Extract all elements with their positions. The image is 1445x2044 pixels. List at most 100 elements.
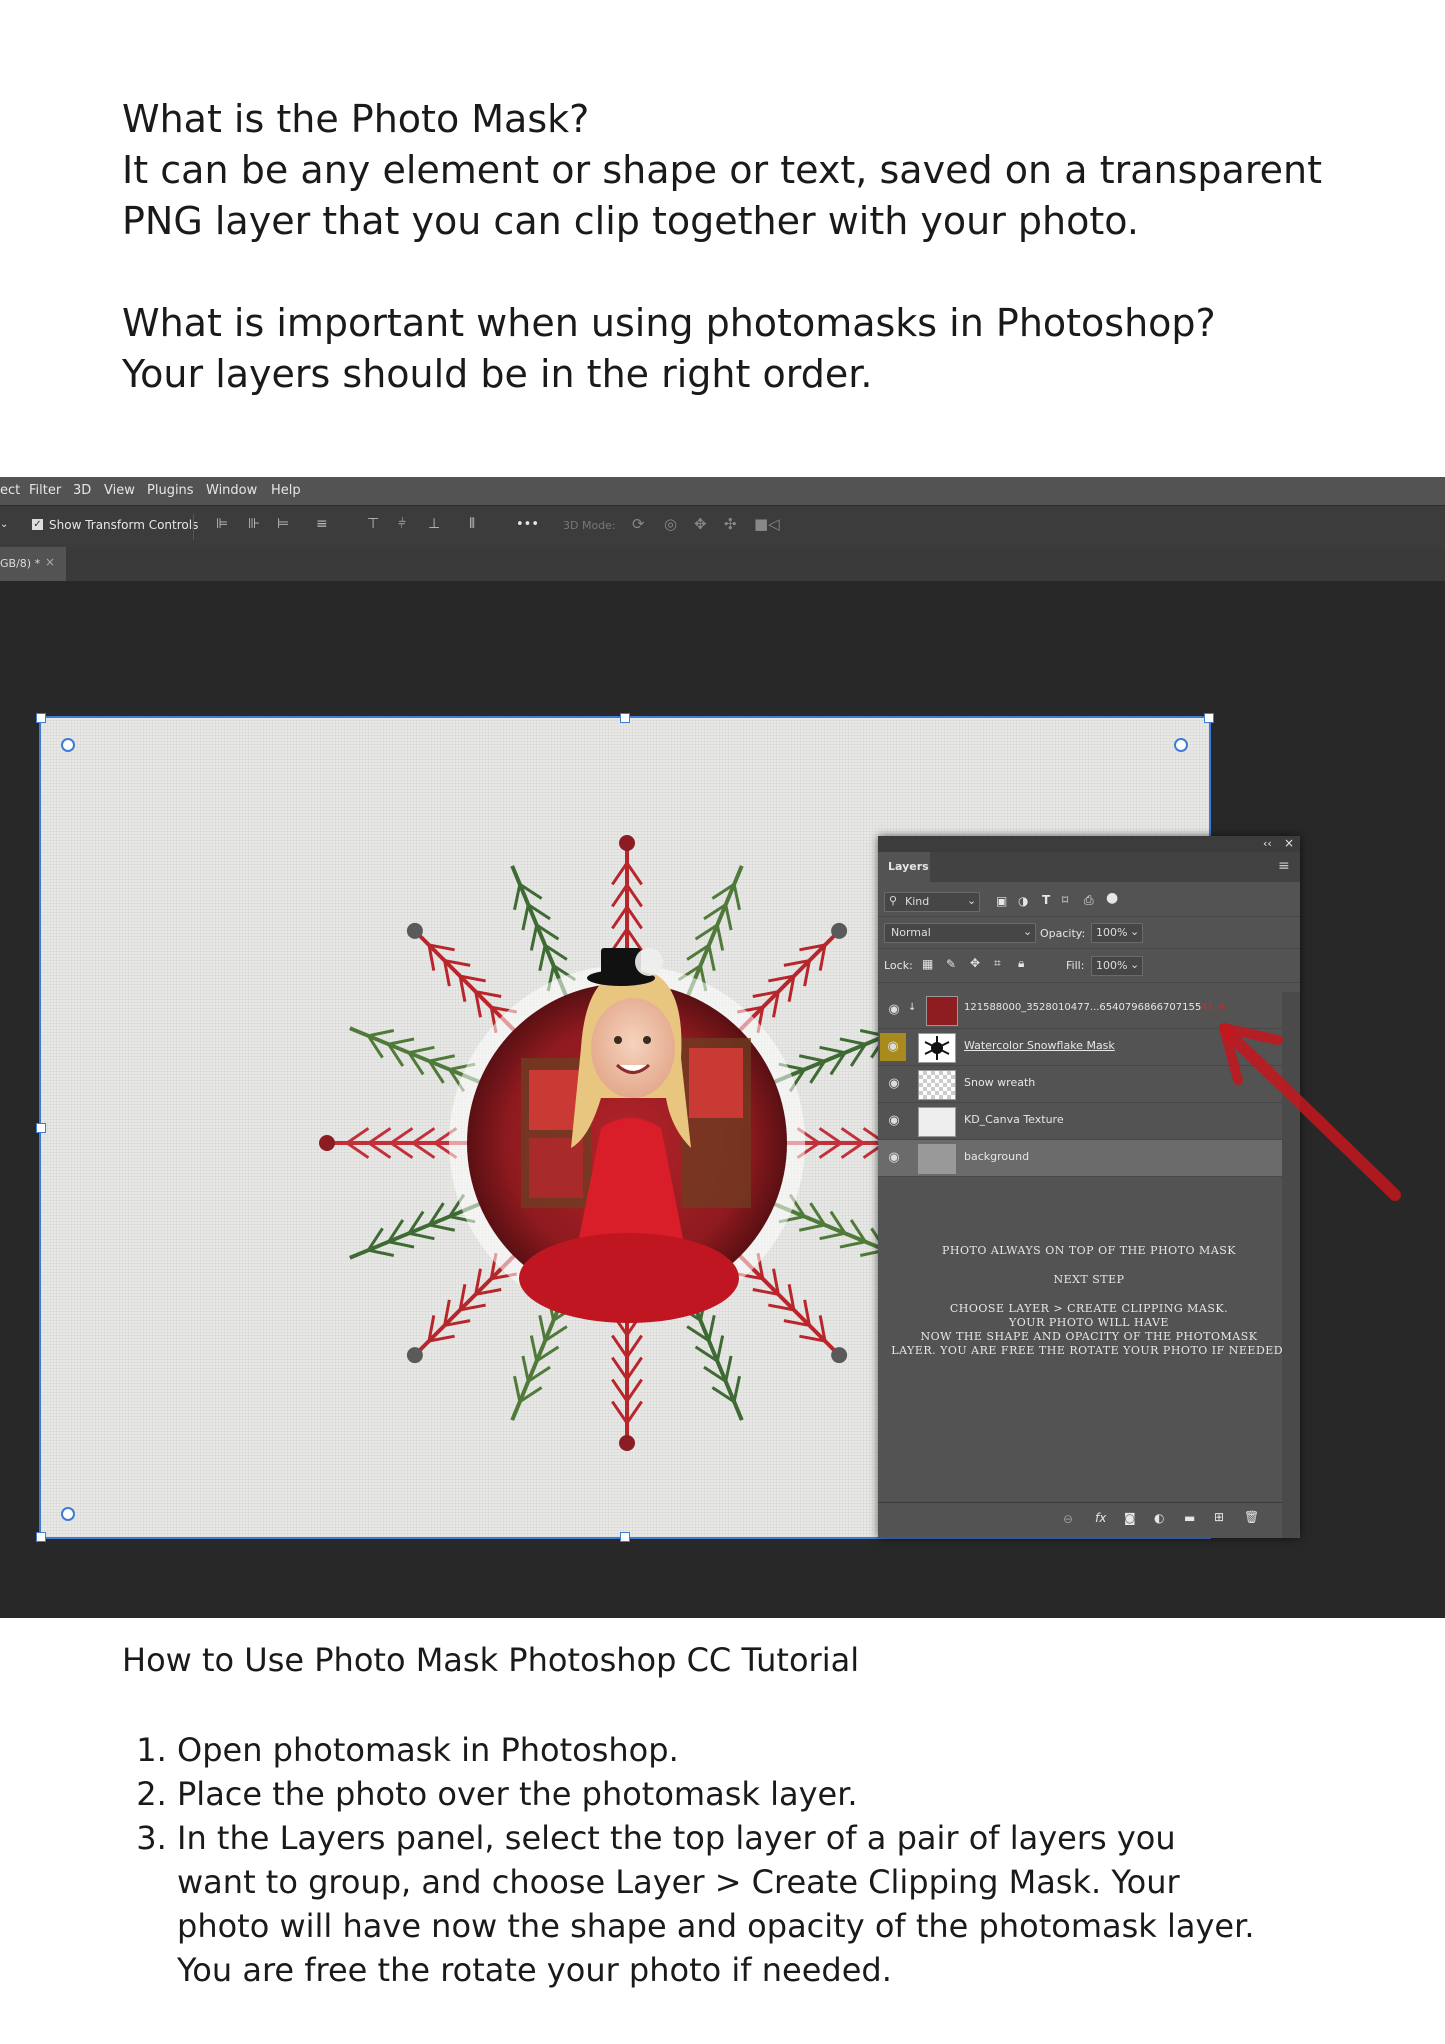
lock-artboard-icon[interactable]: ⌗ xyxy=(994,956,1001,971)
fill-value: 100% xyxy=(1096,959,1128,972)
visibility-eye-icon[interactable]: ◉ xyxy=(886,1150,902,1166)
menu-item-view[interactable]: View xyxy=(104,483,135,498)
filter-smart-object-icon[interactable]: ⎙ xyxy=(1084,893,1094,908)
tutorial-title: How to Use Photo Mask Photoshop CC Tutor… xyxy=(122,1641,860,1679)
layer-thumbnail xyxy=(918,1033,956,1063)
folder-icon[interactable]: ▬ xyxy=(1184,1511,1195,1525)
mask-icon[interactable]: ◙ xyxy=(1124,1511,1136,1525)
menu-item-plugins[interactable]: Plugins xyxy=(147,483,194,498)
answer-important: Your layers should be in the right order… xyxy=(122,352,873,396)
lock-transparent-icon[interactable]: ▦ xyxy=(922,957,933,971)
layer-name[interactable]: KD_Canva Texture xyxy=(964,1113,1064,1126)
adjustment-icon[interactable]: ◐ xyxy=(1154,1511,1164,1525)
transform-pin-tr[interactable] xyxy=(1174,738,1188,752)
3d-drag-icon[interactable]: ✥ xyxy=(694,515,707,533)
layer-name[interactable]: Snow wreath xyxy=(964,1076,1035,1089)
collapse-icon[interactable]: ‹‹ xyxy=(1263,837,1272,850)
close-panel-icon[interactable]: × xyxy=(1284,836,1294,850)
filter-kind-select[interactable]: ⚲ Kind ⌄ xyxy=(884,892,980,912)
layer-thumbnail xyxy=(918,1107,956,1137)
blend-mode-select[interactable]: Normal ⌄ xyxy=(884,923,1036,943)
align-left-icon[interactable]: ⊫ xyxy=(216,516,228,532)
tab-layers[interactable]: Layers xyxy=(878,852,930,882)
step-3: In the Layers panel, select the top laye… xyxy=(177,1816,1257,1992)
checkbox-icon[interactable]: ✓ xyxy=(32,519,43,530)
transform-pin-bl[interactable] xyxy=(61,1507,75,1521)
filter-shape-icon[interactable]: ⌑ xyxy=(1062,893,1068,907)
tutorial-steps: Open photomask in Photoshop. Place the p… xyxy=(122,1728,1257,1992)
visibility-eye-icon[interactable]: ◉ xyxy=(880,1033,906,1061)
layer-thumbnail xyxy=(918,1070,956,1100)
transform-handle-bl[interactable] xyxy=(36,1532,46,1542)
trash-icon[interactable]: 🗑︎ xyxy=(1244,1510,1259,1524)
panel-footer: ⊖ fx ◙ ◐ ▬ ⊞ 🗑︎ xyxy=(878,1502,1282,1539)
chevron-down-icon: ⌄ xyxy=(1023,925,1033,938)
filter-adjustment-icon[interactable]: ◑ xyxy=(1018,894,1028,908)
3d-rotate-icon[interactable]: ⟳ xyxy=(632,515,645,533)
opacity-label: Opacity: xyxy=(1040,927,1086,940)
filter-type-icon[interactable]: T xyxy=(1042,893,1050,907)
transform-handle-tm[interactable] xyxy=(620,713,630,723)
panel-note-2: NEXT STEP xyxy=(1053,1273,1125,1286)
lock-paint-icon[interactable]: ✎ xyxy=(946,957,956,971)
align-right-icon[interactable]: ⊨ xyxy=(277,516,289,532)
menu-item-window[interactable]: Window xyxy=(206,483,257,498)
more-options-button[interactable]: ••• xyxy=(516,517,539,532)
visibility-eye-icon[interactable]: ◉ xyxy=(886,1113,902,1129)
lock-move-icon[interactable]: ✥ xyxy=(970,956,980,970)
show-transform-label[interactable]: Show Transform Controls xyxy=(49,518,198,532)
3d-scale-icon[interactable]: ■◁ xyxy=(754,515,780,533)
document-tab-bar: GB/8) * × xyxy=(0,547,1445,581)
align-bottom-icon[interactable]: ⊥ xyxy=(428,516,440,532)
transform-pin-tl[interactable] xyxy=(61,738,75,752)
panel-note-5: NOW THE SHAPE AND OPACITY OF THE PHOTOMA… xyxy=(920,1330,1258,1343)
transform-handle-bm[interactable] xyxy=(620,1532,630,1542)
answer-photo-mask: It can be any element or shape or text, … xyxy=(122,148,1322,243)
transform-handle-ml[interactable] xyxy=(36,1123,46,1133)
layer-thumbnail xyxy=(918,1144,956,1174)
panel-titlebar: ‹‹ × xyxy=(878,836,1300,852)
tab-layers-label: Layers xyxy=(888,860,929,873)
align-center-icon[interactable]: ⊪ xyxy=(248,516,260,532)
lock-label: Lock: xyxy=(884,959,913,972)
document-tab[interactable]: GB/8) * × xyxy=(0,547,66,581)
panel-menu-icon[interactable]: ≡ xyxy=(1278,858,1290,874)
menu-item-help[interactable]: Help xyxy=(271,483,301,498)
visibility-eye-icon[interactable]: ◉ xyxy=(886,1076,902,1092)
layer-name[interactable]: background xyxy=(964,1150,1029,1163)
search-icon: ⚲ xyxy=(889,894,898,907)
options-bar: ⌄ ✓ Show Transform Controls ⊫ ⊪ ⊨ ≡ ⊤ ⫩ … xyxy=(0,505,1445,548)
layer-name[interactable]: 121588000_3528010477...65407968667071554… xyxy=(964,1002,1225,1013)
chevron-down-icon: ⌄ xyxy=(1130,958,1140,971)
3d-roll-icon[interactable]: ◎ xyxy=(664,515,677,533)
layer-name[interactable]: Watercolor Snowflake Mask xyxy=(964,1039,1115,1052)
new-layer-icon[interactable]: ⊞ xyxy=(1214,1510,1224,1524)
transform-handle-tl[interactable] xyxy=(36,713,46,723)
align-middle-icon[interactable]: ⫩ xyxy=(398,516,406,532)
dropdown-arrow-icon[interactable]: ⌄ xyxy=(0,519,8,530)
question-photo-mask: What is the Photo Mask? xyxy=(122,97,590,141)
opacity-value: 100% xyxy=(1096,926,1128,939)
link-icon[interactable]: ⊖ xyxy=(1063,1512,1073,1526)
3d-slide-icon[interactable]: ✣ xyxy=(724,515,737,533)
distribute-icon[interactable]: ≡ xyxy=(316,516,328,532)
transform-handle-tr[interactable] xyxy=(1204,713,1214,723)
menu-item-3d[interactable]: 3D xyxy=(73,483,91,498)
opacity-input[interactable]: 100% ⌄ xyxy=(1091,923,1143,943)
panel-note-3: CHOOSE LAYER > CREATE CLIPPING MASK. xyxy=(949,1302,1229,1315)
fill-input[interactable]: 100% ⌄ xyxy=(1091,956,1143,976)
menu-item-filter[interactable]: Filter xyxy=(29,483,61,498)
visibility-eye-icon[interactable]: ◉ xyxy=(886,1002,902,1018)
question-important: What is important when using photomasks … xyxy=(122,301,1216,345)
filter-pixel-icon[interactable]: ▣ xyxy=(996,894,1007,908)
menu-item-select[interactable]: ect xyxy=(0,483,20,498)
distribute-vertical-icon[interactable]: ⦀ xyxy=(469,516,475,532)
align-top-icon[interactable]: ⊤ xyxy=(367,516,379,532)
fx-icon[interactable]: fx xyxy=(1095,1511,1106,1525)
fill-label: Fill: xyxy=(1066,959,1085,972)
step-1: Open photomask in Photoshop. xyxy=(177,1728,1257,1772)
close-tab-icon[interactable]: × xyxy=(45,555,55,569)
lock-all-icon[interactable]: 🔒︎ xyxy=(1018,956,1024,971)
filter-toggle-icon[interactable]: ● xyxy=(1106,890,1118,906)
layer-thumbnail xyxy=(926,996,958,1026)
